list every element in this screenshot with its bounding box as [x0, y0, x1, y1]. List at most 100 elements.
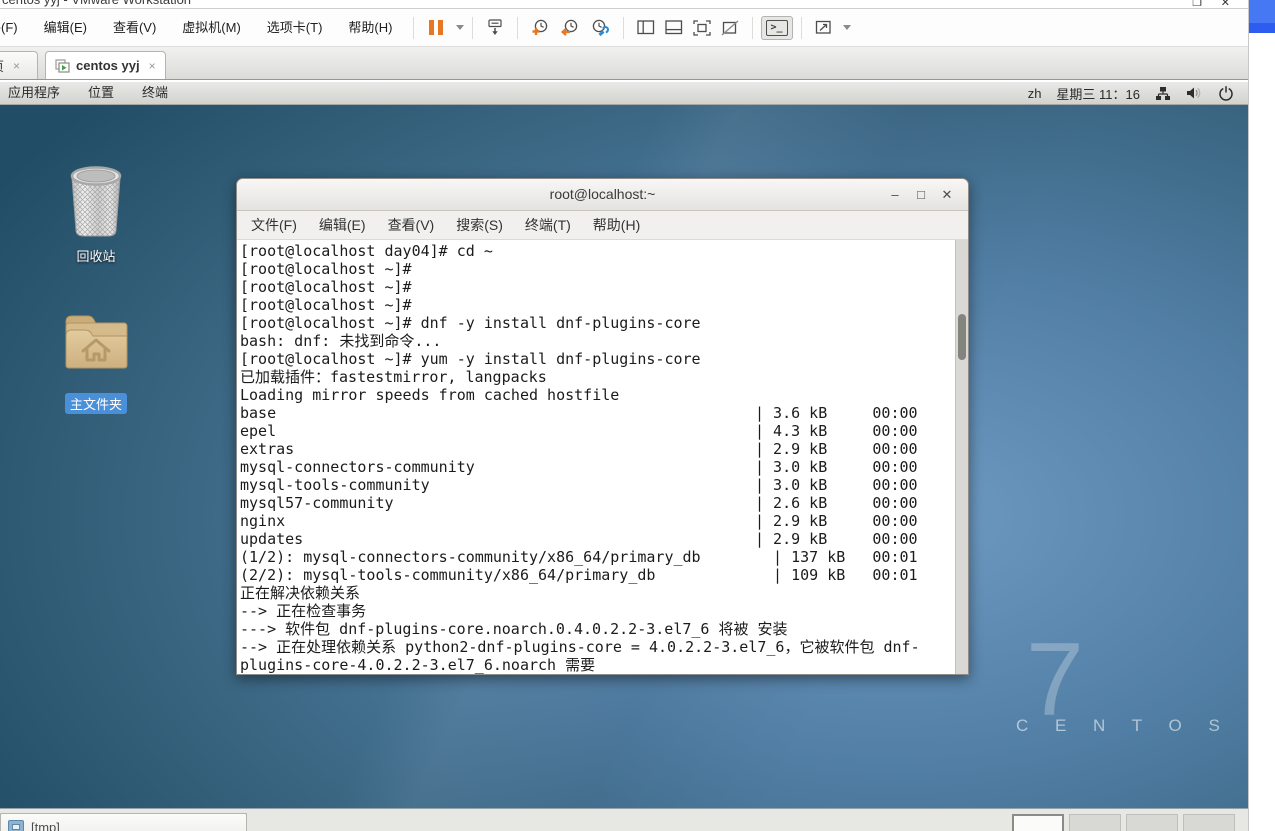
power-icon[interactable]: [1218, 85, 1234, 101]
terminal-line: (1/2): mysql-connectors-community/x86_64…: [240, 548, 918, 566]
terminal-line: Loading mirror speeds from cached hostfi…: [240, 386, 620, 404]
terminal-line: [root@localhost ~]# dnf -y install dnf-p…: [240, 314, 701, 332]
tab-centos-vm[interactable]: centos yyj ×: [45, 51, 166, 79]
terminal-window: root@localhost:~ – □ ✕ 文件(F) 编辑(E) 查看(V)…: [236, 178, 969, 675]
unity-mode-button[interactable]: [716, 16, 744, 40]
window-list-taskbar: [root@localhost:~] [root@localhost:~] ro…: [0, 808, 1248, 831]
terminal-output: [root@localhost day04]# cd ~ [root@local…: [240, 242, 968, 674]
home-folder-icon: [65, 315, 128, 369]
tab-centos-label: centos yyj: [76, 58, 140, 73]
terminal-line: --> 正在处理依赖关系 python2-dnf-plugins-core = …: [240, 638, 920, 656]
ctrl-alt-del-button[interactable]: [481, 15, 509, 40]
tab-home[interactable]: 主页 ×: [0, 51, 38, 79]
terminal-menu-item[interactable]: 文件(F): [240, 211, 308, 239]
toolbar-separator: [623, 16, 625, 39]
terminal-line: epel | 4.3 kB 00:00: [240, 422, 918, 440]
terminal-line: --> 正在检查事务: [240, 602, 367, 620]
taskbar-window-icon: [8, 819, 24, 831]
workspace-cell[interactable]: [1126, 814, 1178, 831]
terminal-menu-item[interactable]: 查看(V): [377, 211, 446, 239]
terminal-line: plugins-core-4.0.2.2-3.el7_6.noarch 需要: [240, 656, 596, 674]
terminal-body[interactable]: [root@localhost day04]# cd ~ [root@local…: [237, 240, 968, 674]
workspace-cell[interactable]: [1069, 814, 1121, 831]
terminal-titlebar[interactable]: root@localhost:~ – □ ✕: [237, 179, 968, 211]
library-panel-icon: [637, 20, 655, 35]
console-icon: >_: [766, 19, 788, 36]
panel-menus: 应用程序 位置 终端: [0, 82, 182, 104]
vmware-tabstrip: 主页 × centos yyj ×: [0, 47, 1248, 80]
toolbar-separator: [517, 16, 519, 39]
terminal-line: 已加载插件：fastestmirror, langpacks: [240, 368, 547, 386]
panel-menu-item[interactable]: 应用程序: [0, 82, 74, 104]
terminal-line: bash: dnf: 未找到命令...: [240, 332, 442, 350]
blue-accent-block: [1249, 0, 1275, 23]
terminal-menubar: 文件(F) 编辑(E) 查看(V) 搜索(S) 终端(T) 帮助(H): [237, 211, 968, 240]
chevron-down-icon[interactable]: [842, 25, 851, 30]
terminal-menu-item[interactable]: 终端(T): [514, 211, 582, 239]
trash-icon: [70, 166, 122, 237]
terminal-line: [root@localhost ~]#: [240, 260, 412, 278]
panel-menu-item[interactable]: 位置: [74, 82, 128, 104]
centos-watermark-brand: C E N T O S: [1016, 716, 1231, 735]
menu-item[interactable]: 查看(V): [100, 10, 169, 46]
suspend-button[interactable]: [422, 16, 450, 39]
network-icon[interactable]: [1155, 86, 1171, 101]
terminal-title: root@localhost:~: [549, 186, 656, 202]
menu-item[interactable]: 文件(F): [0, 10, 31, 46]
maximize-icon[interactable]: ❐: [1192, 0, 1202, 8]
workspace-cell[interactable]: [1012, 814, 1064, 831]
chevron-down-icon[interactable]: [456, 25, 465, 30]
terminal-line: (2/2): mysql-tools-community/x86_64/prim…: [240, 566, 918, 584]
fullscreen-brackets-icon: [693, 19, 712, 36]
vmware-menus: 文件(F) 编辑(E) 查看(V) 虚拟机(M) 选项卡(T) 帮助(H): [0, 10, 405, 46]
workspace-switcher: [1012, 814, 1235, 831]
terminal-menu-item[interactable]: 帮助(H): [582, 211, 651, 239]
vmware-titlebar[interactable]: centos yyj - VMware Workstation ❐ ✕: [0, 0, 1248, 9]
revert-snapshot-button[interactable]: [555, 15, 585, 40]
panel-menu-item[interactable]: 终端: [128, 82, 182, 104]
terminal-scrollbar[interactable]: [955, 240, 968, 674]
show-thumbnail-bar-button[interactable]: [660, 16, 688, 39]
terminal-line: [root@localhost ~]# yum -y install dnf-p…: [240, 350, 701, 368]
terminal-line: base | 3.6 kB 00:00: [240, 404, 918, 422]
expand-icon: [815, 20, 831, 34]
show-library-button[interactable]: [632, 16, 660, 39]
clock-wrench-icon: [593, 19, 610, 36]
scrollbar-thumb[interactable]: [958, 314, 966, 360]
desktop-icon-trash[interactable]: 回收站: [50, 162, 142, 266]
console-view-button[interactable]: >_: [761, 15, 793, 40]
terminal-line: nginx | 2.9 kB 00:00: [240, 512, 918, 530]
terminal-close-button[interactable]: ✕: [934, 179, 960, 210]
blue-accent-block: [1249, 23, 1275, 33]
enter-fullscreen-button[interactable]: [810, 16, 837, 39]
taskbar-window-button[interactable]: [tmp]: [0, 813, 247, 831]
vmware-workstation-window: centos yyj - VMware Workstation ❐ ✕ 文件(F…: [0, 0, 1248, 831]
background-window-strip: [1248, 0, 1275, 831]
take-snapshot-button[interactable]: [526, 15, 555, 40]
terminal-minimize-button[interactable]: –: [882, 179, 908, 210]
guest-screen: 应用程序 位置 终端 zh 星期三 11：16 回收站 主文件夹 7 C E N…: [0, 82, 1248, 831]
tab-close-icon[interactable]: ×: [13, 59, 20, 73]
volume-icon[interactable]: [1186, 86, 1203, 100]
workspace-cell[interactable]: [1183, 814, 1235, 831]
pause-icon: [429, 20, 444, 35]
tab-close-icon[interactable]: ×: [149, 59, 156, 73]
terminal-menu-item[interactable]: 搜索(S): [445, 211, 514, 239]
close-icon[interactable]: ✕: [1221, 0, 1230, 8]
icon-label: 回收站: [76, 249, 116, 264]
tab-home-label: 主页: [0, 56, 4, 75]
taskbar-window-label: [tmp]: [31, 819, 60, 831]
menu-item[interactable]: 虚拟机(M): [169, 10, 254, 46]
clock-revert-icon: [561, 19, 578, 36]
fullscreen-view-button[interactable]: [688, 16, 716, 40]
manage-snapshots-button[interactable]: [585, 15, 615, 40]
terminal-menu-item[interactable]: 编辑(E): [308, 211, 377, 239]
desktop-icon-home[interactable]: 主文件夹: [50, 308, 142, 414]
terminal-maximize-button[interactable]: □: [908, 179, 934, 210]
terminal-line: 正在解决依赖关系: [240, 584, 361, 602]
menu-item[interactable]: 选项卡(T): [254, 10, 336, 46]
menu-item[interactable]: 帮助(H): [335, 10, 405, 46]
panel-clock[interactable]: 星期三 11：16: [1056, 84, 1140, 103]
input-language-indicator[interactable]: zh: [1028, 86, 1042, 101]
menu-item[interactable]: 编辑(E): [31, 10, 100, 46]
